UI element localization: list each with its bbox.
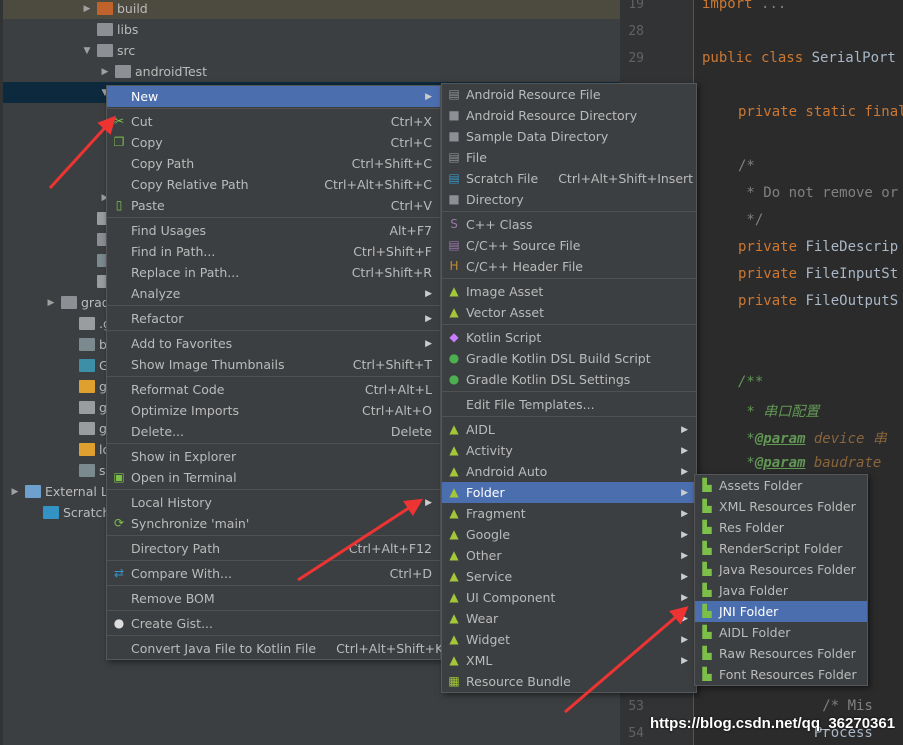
annotation-arrows [48, 115, 689, 714]
arrow-to-jni-folder [564, 606, 689, 714]
arrow-to-folder [297, 498, 424, 582]
arrow-to-new [48, 115, 117, 190]
watermark: https://blog.csdn.net/qq_36270361 [650, 715, 896, 732]
